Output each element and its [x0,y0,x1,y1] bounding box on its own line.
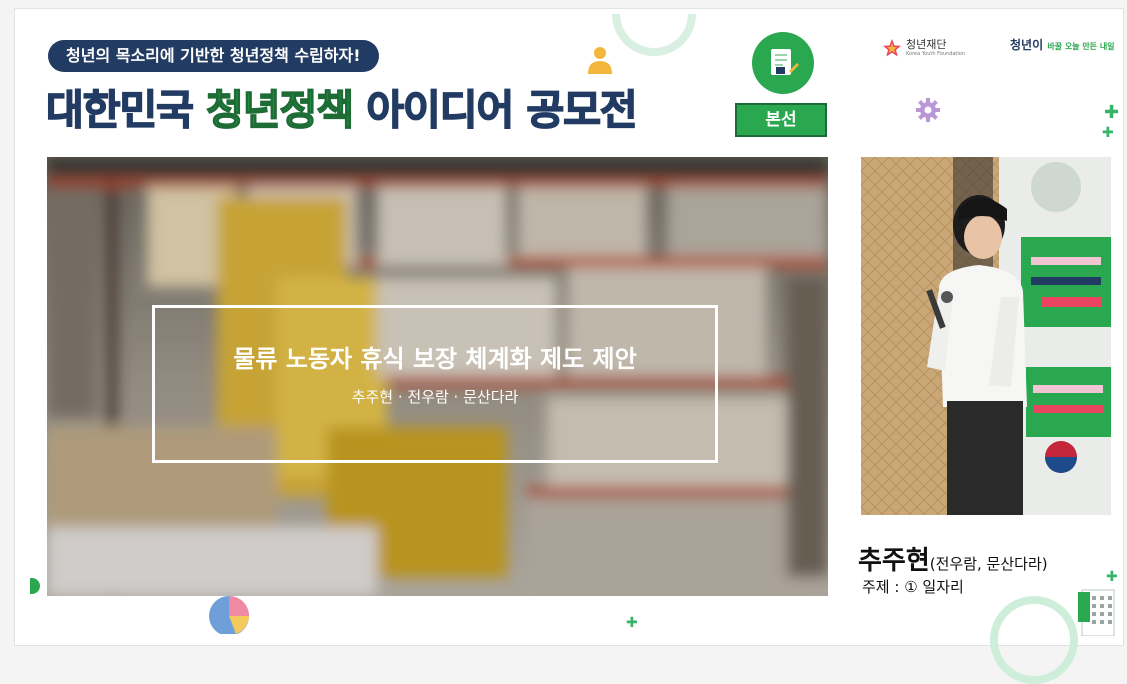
page-title: 대한민국 청년정책 아이디어 공모전 [45,85,639,135]
campaign-text: 청년이 [1010,38,1044,52]
plus-icon: ✚ [1106,569,1118,585]
round-badge: 본선 [735,103,827,137]
topic-label: 주제 : ① 일자리 [862,578,964,596]
speaker-video [861,157,1111,515]
presentation-title-box: 물류 노동자 휴식 보장 체계화 제도 제안 추주현 · 전우람 · 문산다라 [152,305,718,463]
title-part3: 아이디어 공모전 [353,85,639,135]
plus-icon: ✚ [626,615,638,631]
person-icon [588,47,612,74]
co-presenters: (전우람, 문산다라) [929,555,1048,573]
title-part1: 대한민국 [45,85,207,135]
pie-chart-icon [209,596,249,634]
plus-icon: ✚ [1102,125,1114,141]
speaker-name: 추주현 [858,546,930,576]
foundation-name: 청년재단 [906,38,947,51]
title-part2: 청년정책 [205,85,354,135]
gear-icon [916,98,940,122]
plus-icon: ✚ [1104,102,1120,123]
presentation-authors: 추주현 · 전우람 · 문산다라 [351,388,519,406]
campaign-logo: 청년이 바꿀 오늘 만든 내일 [1010,38,1115,54]
document-icon [752,32,814,94]
decorative-arc [990,596,1078,684]
tagline-banner: 청년의 목소리에 기반한 청년정책 수립하자! [48,40,379,72]
campaign-sub: 바꿀 오늘 만든 내일 [1047,42,1115,51]
foundation-sub: Korea Youth Foundation [906,51,966,57]
speaker-name-label: 추주현(전우람, 문산다라) [858,540,1048,577]
presentation-title: 물류 노동자 휴식 보장 체계화 제도 제안 [233,345,637,373]
star-logo-icon [883,39,901,57]
foundation-logo: 청년재단 Korea Youth Foundation [882,38,965,58]
building-icon [1078,589,1115,636]
